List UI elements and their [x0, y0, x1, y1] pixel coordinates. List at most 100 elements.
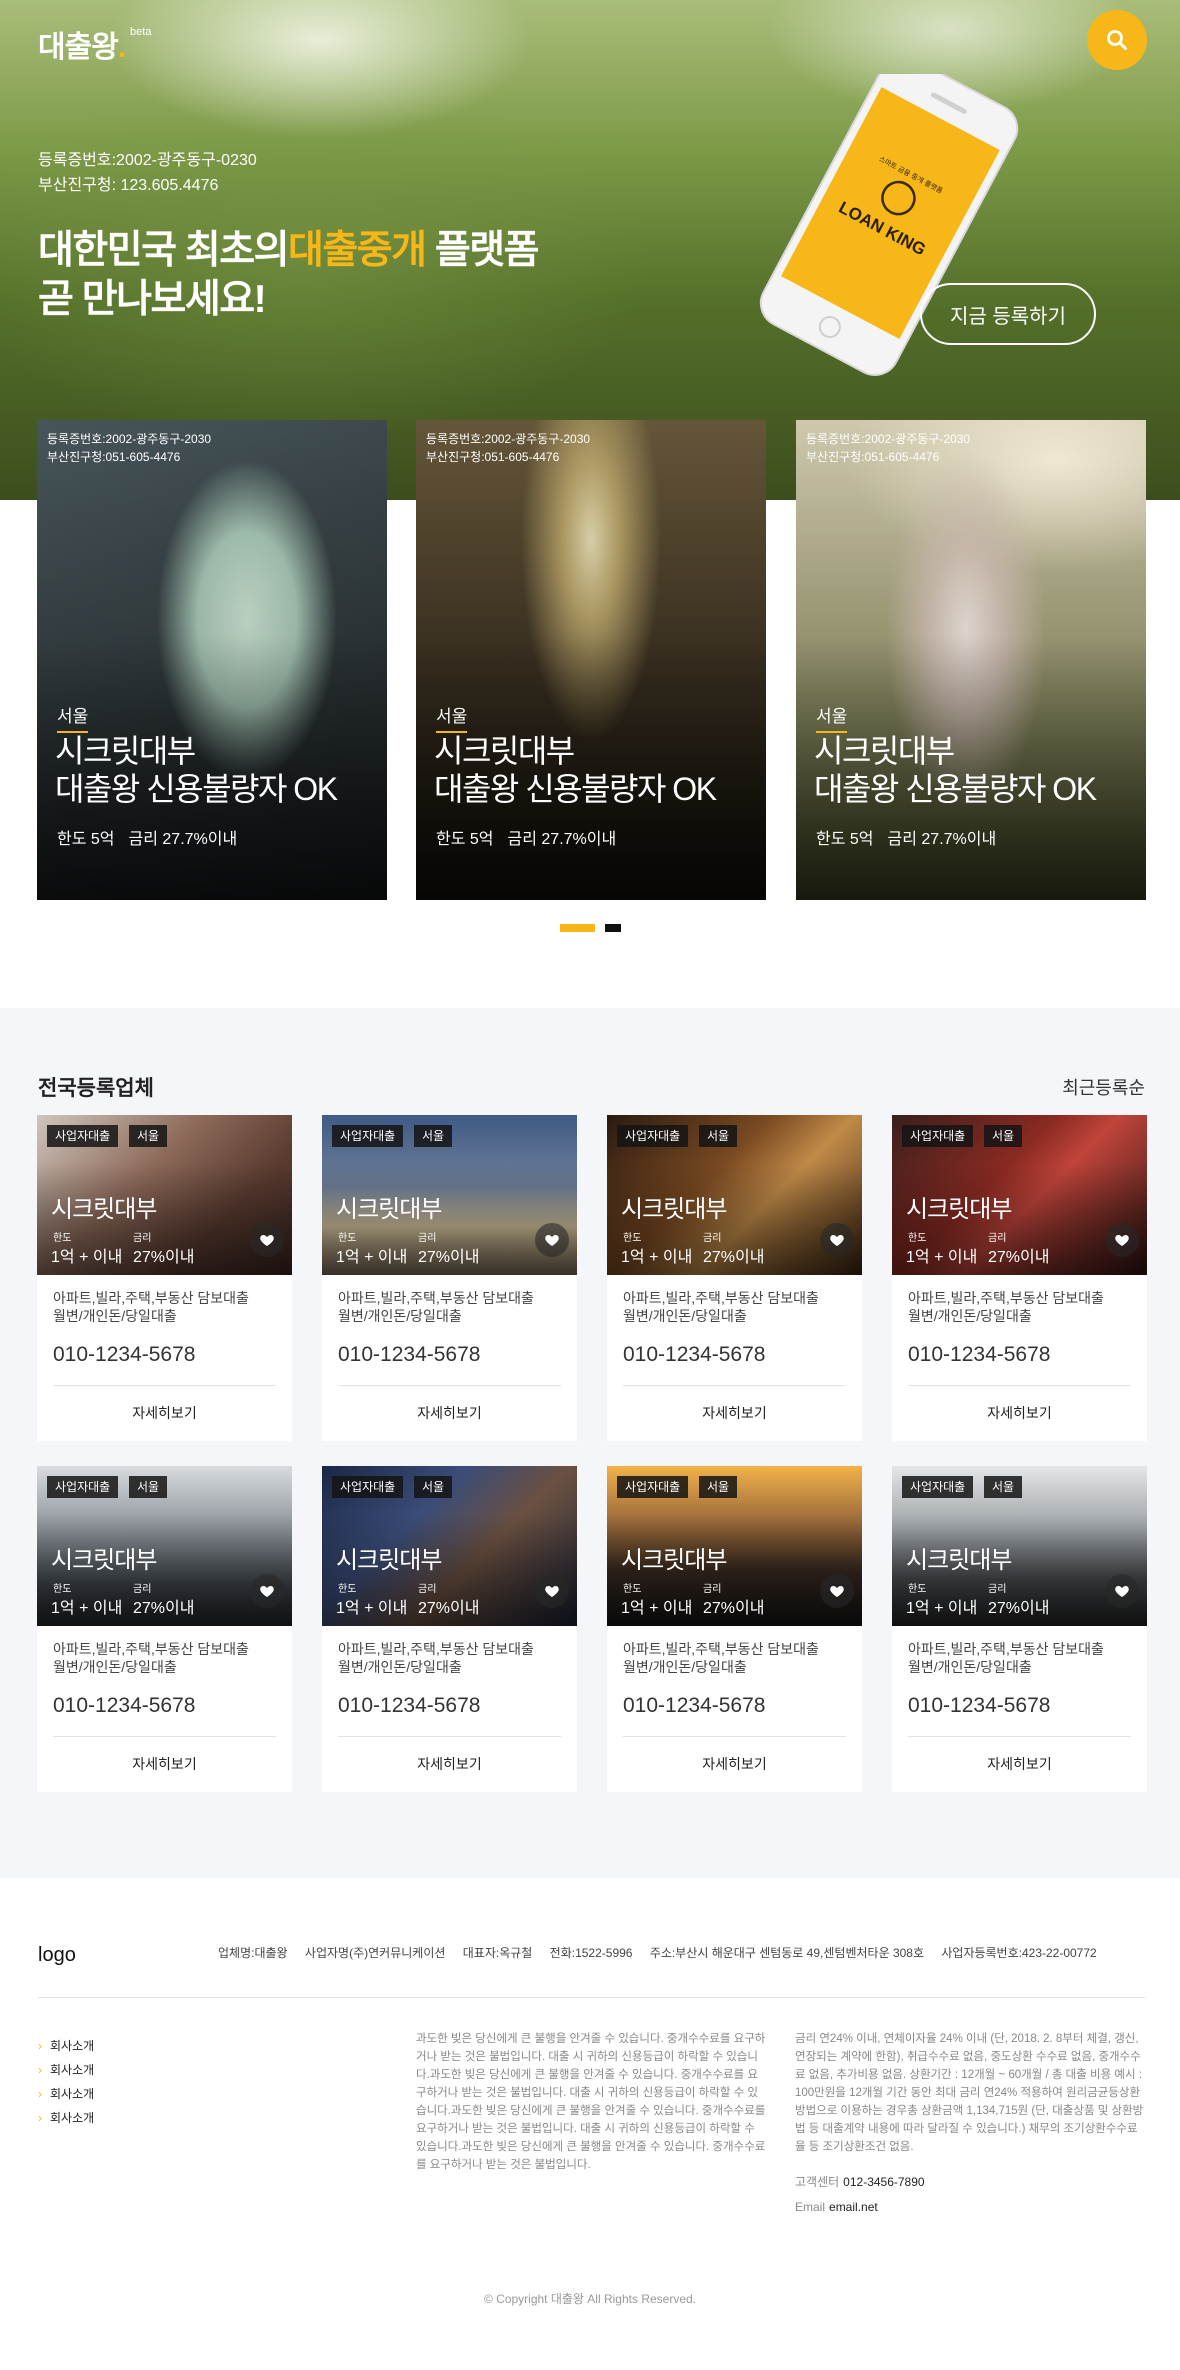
sort-recent-link[interactable]: 최근등록순: [1062, 1074, 1145, 1100]
footer-address: 주소:부산시 해운대구 센텀동로 49,센텀벤처타운 308호: [649, 1946, 925, 1960]
register-now-button[interactable]: 지금 등록하기: [920, 283, 1096, 345]
feature-rate: 금리 27.7%이내: [507, 831, 617, 848]
company-card[interactable]: 사업자대출 서울 시크릿대부 한도 금리 1억 + 이내 27%이내아파트,빌라,주택,부동…: [892, 1115, 1147, 1441]
company-card[interactable]: 사업자대출 서울 시크릿대부 한도 금리 1억 + 이내 27%이내아파트,빌라,주택,부동…: [37, 1115, 292, 1441]
headline-post: 플랫폼: [425, 229, 540, 272]
company-description: 아파트,빌라,주택,부동산 담보대출 월변/개인돈/당일대출: [338, 1640, 534, 1676]
feature-reg-office: 부산진구청:051-605-4476: [426, 450, 560, 464]
feature-reg-info: 등록증번호:2002-광주동구-2030 부산진구청:051-605-4476: [426, 430, 590, 466]
view-details-button[interactable]: 자세히보기: [322, 1403, 577, 1423]
company-name: 시크릿대부: [906, 1196, 1012, 1223]
chevron-right-icon: ›: [38, 2111, 42, 2125]
city-window-photo[interactable]: 사업자대출 서울 시크릿대부 한도 금리 1억 + 이내 27%이내: [892, 1466, 1147, 1626]
view-details-button[interactable]: 자세히보기: [37, 1403, 292, 1423]
skyscrapers-photo[interactable]: 사업자대출 서울 시크릿대부 한도 금리 1억 + 이내 27%이내: [37, 1466, 292, 1626]
favorite-button[interactable]: [820, 1223, 854, 1257]
site-logo[interactable]: 대출왕. beta: [38, 22, 151, 66]
feature-card[interactable]: 등록증번호:2002-광주동구-2030 부산진구청:051-605-4476 …: [416, 420, 766, 900]
company-phone[interactable]: 010-1234-5678: [908, 1343, 1050, 1367]
category-tag: 사업자대출: [332, 1125, 404, 1147]
feature-meta: 한도 5억 금리 27.7%이내: [57, 825, 237, 849]
view-details-button[interactable]: 자세히보기: [892, 1754, 1147, 1774]
region-tag: 서울: [129, 1476, 168, 1498]
limit-label: 한도: [908, 1584, 927, 1595]
footer-company-info: 업체명:대출왕 사업자명(주)연커뮤니케이션 대표자:옥규철 전화:1522-5…: [218, 1944, 1111, 1961]
email-value[interactable]: email.net: [829, 2200, 878, 2214]
headline-accent: 대출중개: [288, 229, 427, 272]
view-details-button[interactable]: 자세히보기: [892, 1403, 1147, 1423]
feature-card[interactable]: 등록증번호:2002-광주동구-2030 부산진구청:051-605-4476 …: [796, 420, 1146, 900]
footer-nav-item[interactable]: › 회사소개: [38, 2082, 94, 2106]
favorite-button[interactable]: [250, 1223, 284, 1257]
company-card[interactable]: 사업자대출 서울 시크릿대부 한도 금리 1억 + 이내 27%이내 아파트,빌라,주택,부동…: [607, 1115, 862, 1441]
footer-notice-left: 과도한 빚은 당신에게 큰 불행을 안겨줄 수 있습니다. 중개수수료를 요구하…: [416, 2033, 766, 2171]
description-line1: 아파트,빌라,주택,부동산 담보대출: [338, 1290, 534, 1306]
headline-line2: 곧 만나보세요!: [38, 278, 267, 321]
footer-notice-right: 금리 연24% 이내, 연체이자율 24% 이내 (단, 2018. 2. 8부…: [795, 2033, 1144, 2153]
category-tag: 사업자대출: [47, 1125, 119, 1147]
region-tag: 서울: [699, 1476, 738, 1498]
favorite-button[interactable]: [250, 1574, 284, 1608]
company-phone[interactable]: 010-1234-5678: [623, 1343, 765, 1367]
footer-biz-no: 사업자등록번호:423-22-00772: [941, 1946, 1097, 1960]
card-divider: [53, 1736, 276, 1737]
slider-dot-active[interactable]: [560, 924, 595, 932]
slider-dot[interactable]: [605, 924, 621, 932]
company-phone[interactable]: 010-1234-5678: [908, 1694, 1050, 1718]
feature-reg-number: 등록증번호:2002-광주동구-2030: [47, 432, 212, 446]
favorite-button[interactable]: [535, 1223, 569, 1257]
description-line1: 아파트,빌라,주택,부동산 담보대출: [908, 1290, 1104, 1306]
heart-icon: [1115, 1235, 1129, 1246]
view-details-button[interactable]: 자세히보기: [37, 1754, 292, 1774]
feature-title: 시크릿대부 대출왕 신용불량자 OK: [814, 732, 1097, 808]
view-details-button[interactable]: 자세히보기: [607, 1754, 862, 1774]
coins-photo[interactable]: 사업자대출 서울 시크릿대부 한도 금리 1억 + 이내 27%이내: [607, 1115, 862, 1275]
description-line2: 월변/개인돈/당일대출: [338, 1308, 462, 1324]
company-card[interactable]: 사업자대출 서울 시크릿대부 한도 금리 1억 + 이내 27%이내아파트,빌라,주택,부동…: [322, 1466, 577, 1792]
house-photo[interactable]: 사업자대출 서울 시크릿대부 한도 금리 1억 + 이내 27%이내: [322, 1115, 577, 1275]
company-phone[interactable]: 010-1234-5678: [338, 1343, 480, 1367]
company-card[interactable]: 사업자대출 서울 시크릿대부 한도 금리 1억 + 이내 27%이내아파트,빌라,주택,부동…: [607, 1466, 862, 1792]
footer-nav-item[interactable]: › 회사소개: [38, 2058, 94, 2082]
footer-operator: 사업자명(주)연커뮤니케이션: [304, 1946, 446, 1960]
company-name: 시크릿대부: [621, 1196, 727, 1223]
company-card[interactable]: 사업자대출 서울 시크릿대부 한도 금리 1억 + 이내 27%이내아파트,빌라,주택,부동…: [322, 1115, 577, 1441]
suit-man-photo[interactable]: 사업자대출 서울 시크릿대부 한도 금리 1억 + 이내 27%이내: [322, 1466, 577, 1626]
red-car-photo[interactable]: 사업자대출 서울 시크릿대부 한도 금리 1억 + 이내 27%이내: [892, 1115, 1147, 1275]
view-details-button[interactable]: 자세히보기: [322, 1754, 577, 1774]
company-phone[interactable]: 010-1234-5678: [338, 1694, 480, 1718]
company-card[interactable]: 사업자대출 서울 시크릿대부 한도 금리 1억 + 이내 27%이내 아파트,빌라,주택,부동…: [37, 1466, 292, 1792]
card-divider: [623, 1736, 846, 1737]
company-name: 시크릿대부: [51, 1196, 157, 1223]
feature-title: 시크릿대부 대출왕 신용불량자 OK: [434, 732, 717, 808]
company-phone[interactable]: 010-1234-5678: [53, 1694, 195, 1718]
favorite-button[interactable]: [820, 1574, 854, 1608]
footer-logo[interactable]: logo: [38, 1944, 76, 1967]
favorite-button[interactable]: [1105, 1574, 1139, 1608]
favorite-button[interactable]: [1105, 1223, 1139, 1257]
view-details-button[interactable]: 자세히보기: [607, 1403, 862, 1423]
footer-nav-label: 회사소개: [50, 2063, 95, 2077]
company-phone[interactable]: 010-1234-5678: [53, 1343, 195, 1367]
category-tag: 사업자대출: [902, 1476, 974, 1498]
search-button[interactable]: [1087, 10, 1147, 70]
footer-nav-item[interactable]: › 회사소개: [38, 2106, 94, 2130]
limit-value: 1억 + 이내: [906, 1249, 978, 1266]
office-desk-photo[interactable]: 사업자대출 서울 시크릿대부 한도 금리 1억 + 이내 27%이내: [37, 1115, 292, 1275]
feature-reg-office: 부산진구청:051-605-4476: [47, 450, 181, 464]
description-line2: 월변/개인돈/당일대출: [623, 1308, 747, 1324]
footer-nav-label: 회사소개: [50, 2087, 95, 2101]
description-line1: 아파트,빌라,주택,부동산 담보대출: [53, 1290, 249, 1306]
feature-title-line2: 대출왕 신용불량자 OK: [814, 771, 1097, 807]
company-phone[interactable]: 010-1234-5678: [623, 1694, 765, 1718]
favorite-button[interactable]: [535, 1574, 569, 1608]
company-card[interactable]: 사업자대출 서울 시크릿대부 한도 금리 1억 + 이내 27%이내 아파트,빌라,주택,부동…: [892, 1466, 1147, 1792]
company-description: 아파트,빌라,주택,부동산 담보대출 월변/개인돈/당일대출: [623, 1640, 819, 1676]
feature-card[interactable]: 등록증번호:2002-광주동구-2030 부산진구청:051-605-4476 …: [37, 420, 387, 900]
card-divider: [908, 1385, 1131, 1386]
sports-car-photo[interactable]: 사업자대출 서울 시크릿대부 한도 금리 1억 + 이내 27%이내: [607, 1466, 862, 1626]
limit-value: 1억 + 이내: [336, 1600, 408, 1617]
feature-title-line1: 시크릿대부: [434, 733, 575, 769]
footer-nav-item[interactable]: › 회사소개: [38, 2034, 94, 2058]
description-line1: 아파트,빌라,주택,부동산 담보대출: [338, 1641, 534, 1657]
